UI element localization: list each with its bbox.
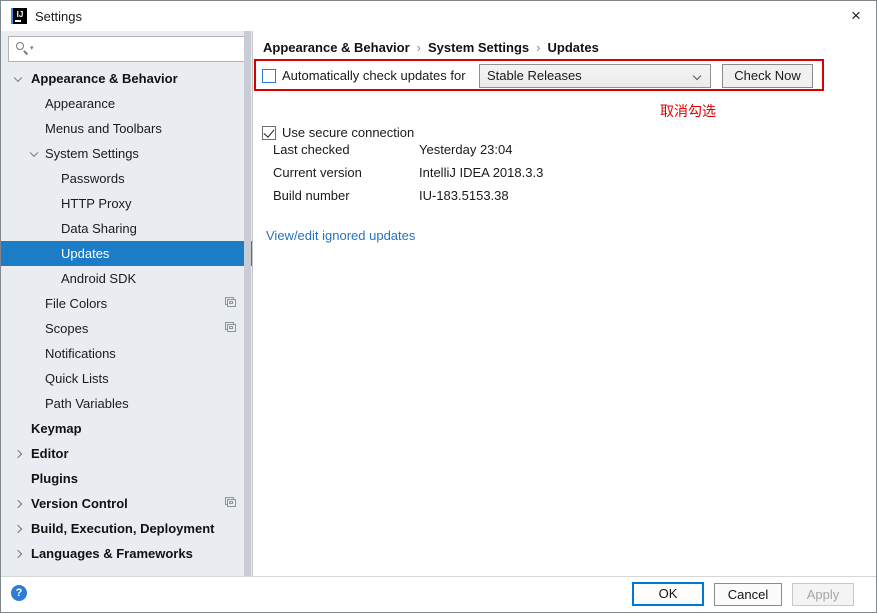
detail-value: Yesterday 23:04 [419, 142, 513, 157]
sidebar-item-scopes[interactable]: Scopes [1, 316, 252, 341]
sidebar-item-data-sharing[interactable]: Data Sharing [1, 216, 252, 241]
red-annotation-text: 取消勾选 [660, 103, 716, 119]
sidebar-item-updates[interactable]: Updates [1, 241, 252, 266]
sidebar-item-http-proxy[interactable]: HTTP Proxy [1, 191, 252, 216]
search-options-arrow-icon: ▾ [30, 45, 34, 52]
sidebar-item-label: Passwords [61, 171, 125, 186]
breadcrumb: Appearance & Behavior › System Settings › Up… [263, 40, 599, 55]
detail-value: IU-183.5153.38 [419, 188, 509, 203]
sidebar-item-file-colors[interactable]: File Colors [1, 291, 252, 316]
sidebar-item-android-sdk[interactable]: Android SDK [1, 266, 252, 291]
secure-connection-checkbox[interactable] [262, 126, 276, 140]
chevron-down-icon [692, 71, 702, 81]
sidebar-item-label: Android SDK [61, 271, 137, 286]
detail-label: Current version [273, 165, 362, 180]
release-channel-select[interactable]: Stable Releases [479, 64, 711, 88]
sidebar-item-plugins[interactable]: Plugins [1, 466, 252, 491]
release-channel-value: Stable Releases [487, 68, 582, 83]
breadcrumb-item: Updates [547, 40, 599, 55]
sidebar-item-keymap[interactable]: Keymap [1, 416, 252, 441]
search-icon[interactable]: ▾ [16, 42, 40, 56]
sidebar-item-label: Scopes [45, 321, 89, 336]
sidebar-item-label: System Settings [45, 146, 139, 161]
auto-check-row: Automatically check updates for Stable R… [253, 64, 876, 88]
sidebar-item-label: Editor [31, 446, 69, 461]
sidebar-item-notifications[interactable]: Notifications [1, 341, 252, 366]
breadcrumb-item: System Settings [428, 40, 530, 55]
settings-dialog: IJ Settings × ▾ Appearance & Behavior App… [0, 0, 877, 613]
project-badge-icon [227, 324, 236, 332]
search-input[interactable]: ▾ [8, 36, 246, 62]
update-details: Last checked Yesterday 23:04 Current versi… [273, 140, 543, 206]
sidebar-item-label: Updates [61, 246, 110, 261]
updates-settings-panel: Appearance & Behavior › System Settings › Up… [253, 31, 876, 576]
sidebar-item-label: Data Sharing [61, 221, 137, 236]
sidebar-item-label: Keymap [31, 421, 82, 436]
sidebar-item-version-control[interactable]: Version Control [1, 491, 252, 516]
sidebar-item-menus-and-toolbars[interactable]: Menus and Toolbars [1, 116, 252, 141]
sidebar-item-label: Path Variables [45, 396, 129, 411]
sidebar-item-label: Languages & Frameworks [31, 546, 193, 561]
sidebar-item-path-variables[interactable]: Path Variables [1, 391, 252, 416]
sidebar-item-label: Plugins [31, 471, 78, 486]
sidebar-item-label: HTTP Proxy [61, 196, 132, 211]
dialog-footer: ? OK Cancel Apply [1, 576, 876, 612]
sidebar-item-label: Build, Execution, Deployment [31, 521, 215, 536]
project-badge-icon [227, 299, 236, 307]
apply-button: Apply [792, 583, 854, 606]
detail-value: IntelliJ IDEA 2018.3.3 [419, 165, 544, 180]
sidebar-item-appearance[interactable]: Appearance [1, 91, 252, 116]
sidebar-item-languages-frameworks[interactable]: Languages & Frameworks [1, 541, 252, 566]
sidebar-item-appearance-behavior[interactable]: Appearance & Behavior [1, 66, 252, 91]
sidebar-item-quick-lists[interactable]: Quick Lists [1, 366, 252, 391]
ok-button[interactable]: OK [632, 582, 704, 606]
sidebar-item-label: Appearance [45, 96, 116, 111]
sidebar-item-label: Quick Lists [45, 371, 109, 386]
sidebar-item-system-settings[interactable]: System Settings [1, 141, 252, 166]
ignored-updates-link[interactable]: View/edit ignored updates [266, 228, 415, 243]
detail-label: Build number [273, 188, 350, 203]
settings-tree: Appearance & Behavior Appearance Menus and… [1, 66, 252, 566]
breadcrumb-separator: › [536, 40, 541, 55]
sidebar-item-label: Appearance & Behavior [31, 71, 178, 86]
auto-check-checkbox[interactable] [262, 69, 276, 83]
cancel-button[interactable]: Cancel [714, 583, 782, 606]
detail-label: Last checked [273, 142, 350, 157]
breadcrumb-item: Appearance & Behavior [263, 40, 410, 55]
check-now-button[interactable]: Check Now [722, 64, 813, 88]
title-bar: IJ Settings × [1, 1, 876, 31]
sidebar-item-build-execution-deployment[interactable]: Build, Execution, Deployment [1, 516, 252, 541]
sidebar-item-passwords[interactable]: Passwords [1, 166, 252, 191]
auto-check-label: Automatically check updates for [282, 68, 466, 83]
intellij-logo-icon: IJ [11, 8, 27, 24]
sidebar-scrollbar[interactable] [244, 31, 251, 576]
sidebar-item-label: Menus and Toolbars [45, 121, 162, 136]
sidebar-item-label: Notifications [45, 346, 116, 361]
sidebar-item-editor[interactable]: Editor [1, 441, 252, 466]
close-icon[interactable]: × [842, 3, 870, 29]
window-title: Settings [35, 9, 82, 24]
breadcrumb-separator: › [416, 40, 422, 55]
settings-sidebar: ▾ Appearance & Behavior Appearance Menus a… [1, 31, 253, 576]
sidebar-item-label: File Colors [45, 296, 108, 311]
project-badge-icon [227, 499, 236, 507]
help-icon[interactable]: ? [11, 585, 27, 601]
